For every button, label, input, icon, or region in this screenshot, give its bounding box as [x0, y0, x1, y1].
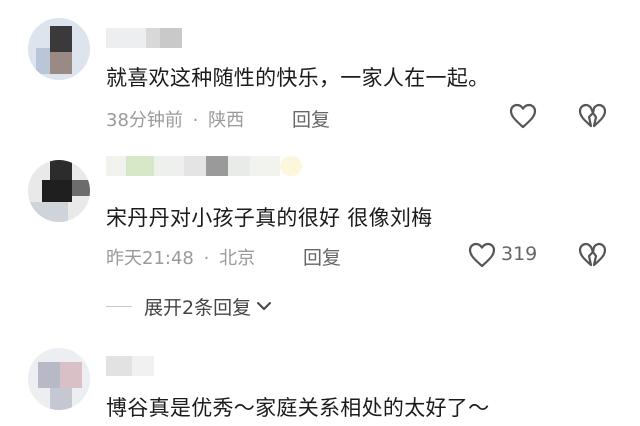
- expand-replies-button[interactable]: 展开2条回复: [106, 292, 273, 320]
- comment-item: 博谷真是优秀～家庭关系相处的太好了～: [0, 340, 640, 426]
- reply-button[interactable]: 回复: [292, 105, 330, 132]
- comment-text: 博谷真是优秀～家庭关系相处的太好了～: [106, 396, 490, 420]
- reply-button[interactable]: 回复: [303, 243, 341, 270]
- username-blurred[interactable]: [106, 356, 154, 376]
- broken-heart-icon[interactable]: [578, 103, 606, 129]
- heart-outline-icon[interactable]: [468, 242, 496, 268]
- chevron-down-icon: [257, 302, 272, 310]
- comment-location: 陕西: [208, 110, 245, 131]
- heart-outline-icon[interactable]: [509, 103, 537, 129]
- comment-item: 宋丹丹对小孩子真的很好 很像刘梅 昨天21:48 · 北京 回复 319: [0, 140, 640, 330]
- comment-item: 就喜欢这种随性的快乐，一家人在一起。 38分钟前 · 陕西 回复: [0, 0, 640, 140]
- expand-replies-label: 展开2条回复: [144, 296, 252, 319]
- comment-text: 宋丹丹对小孩子真的很好 很像刘梅: [106, 206, 433, 230]
- avatar[interactable]: [28, 18, 90, 80]
- divider: [106, 305, 132, 307]
- comment-location: 北京: [219, 248, 256, 269]
- username-blurred[interactable]: [106, 28, 182, 48]
- comment-text: 就喜欢这种随性的快乐，一家人在一起。: [106, 66, 490, 90]
- avatar[interactable]: [28, 348, 90, 410]
- username-blurred[interactable]: [106, 156, 302, 176]
- avatar[interactable]: [28, 160, 90, 222]
- broken-heart-icon[interactable]: [578, 242, 606, 268]
- comment-time: 昨天21:48: [106, 248, 194, 269]
- comment-meta: 38分钟前 · 陕西: [106, 106, 244, 132]
- meta-separator: ·: [203, 248, 210, 269]
- meta-separator: ·: [192, 110, 199, 131]
- comment-meta: 昨天21:48 · 北京: [106, 244, 255, 270]
- like-count: 319: [501, 243, 538, 265]
- comment-time: 38分钟前: [106, 110, 183, 131]
